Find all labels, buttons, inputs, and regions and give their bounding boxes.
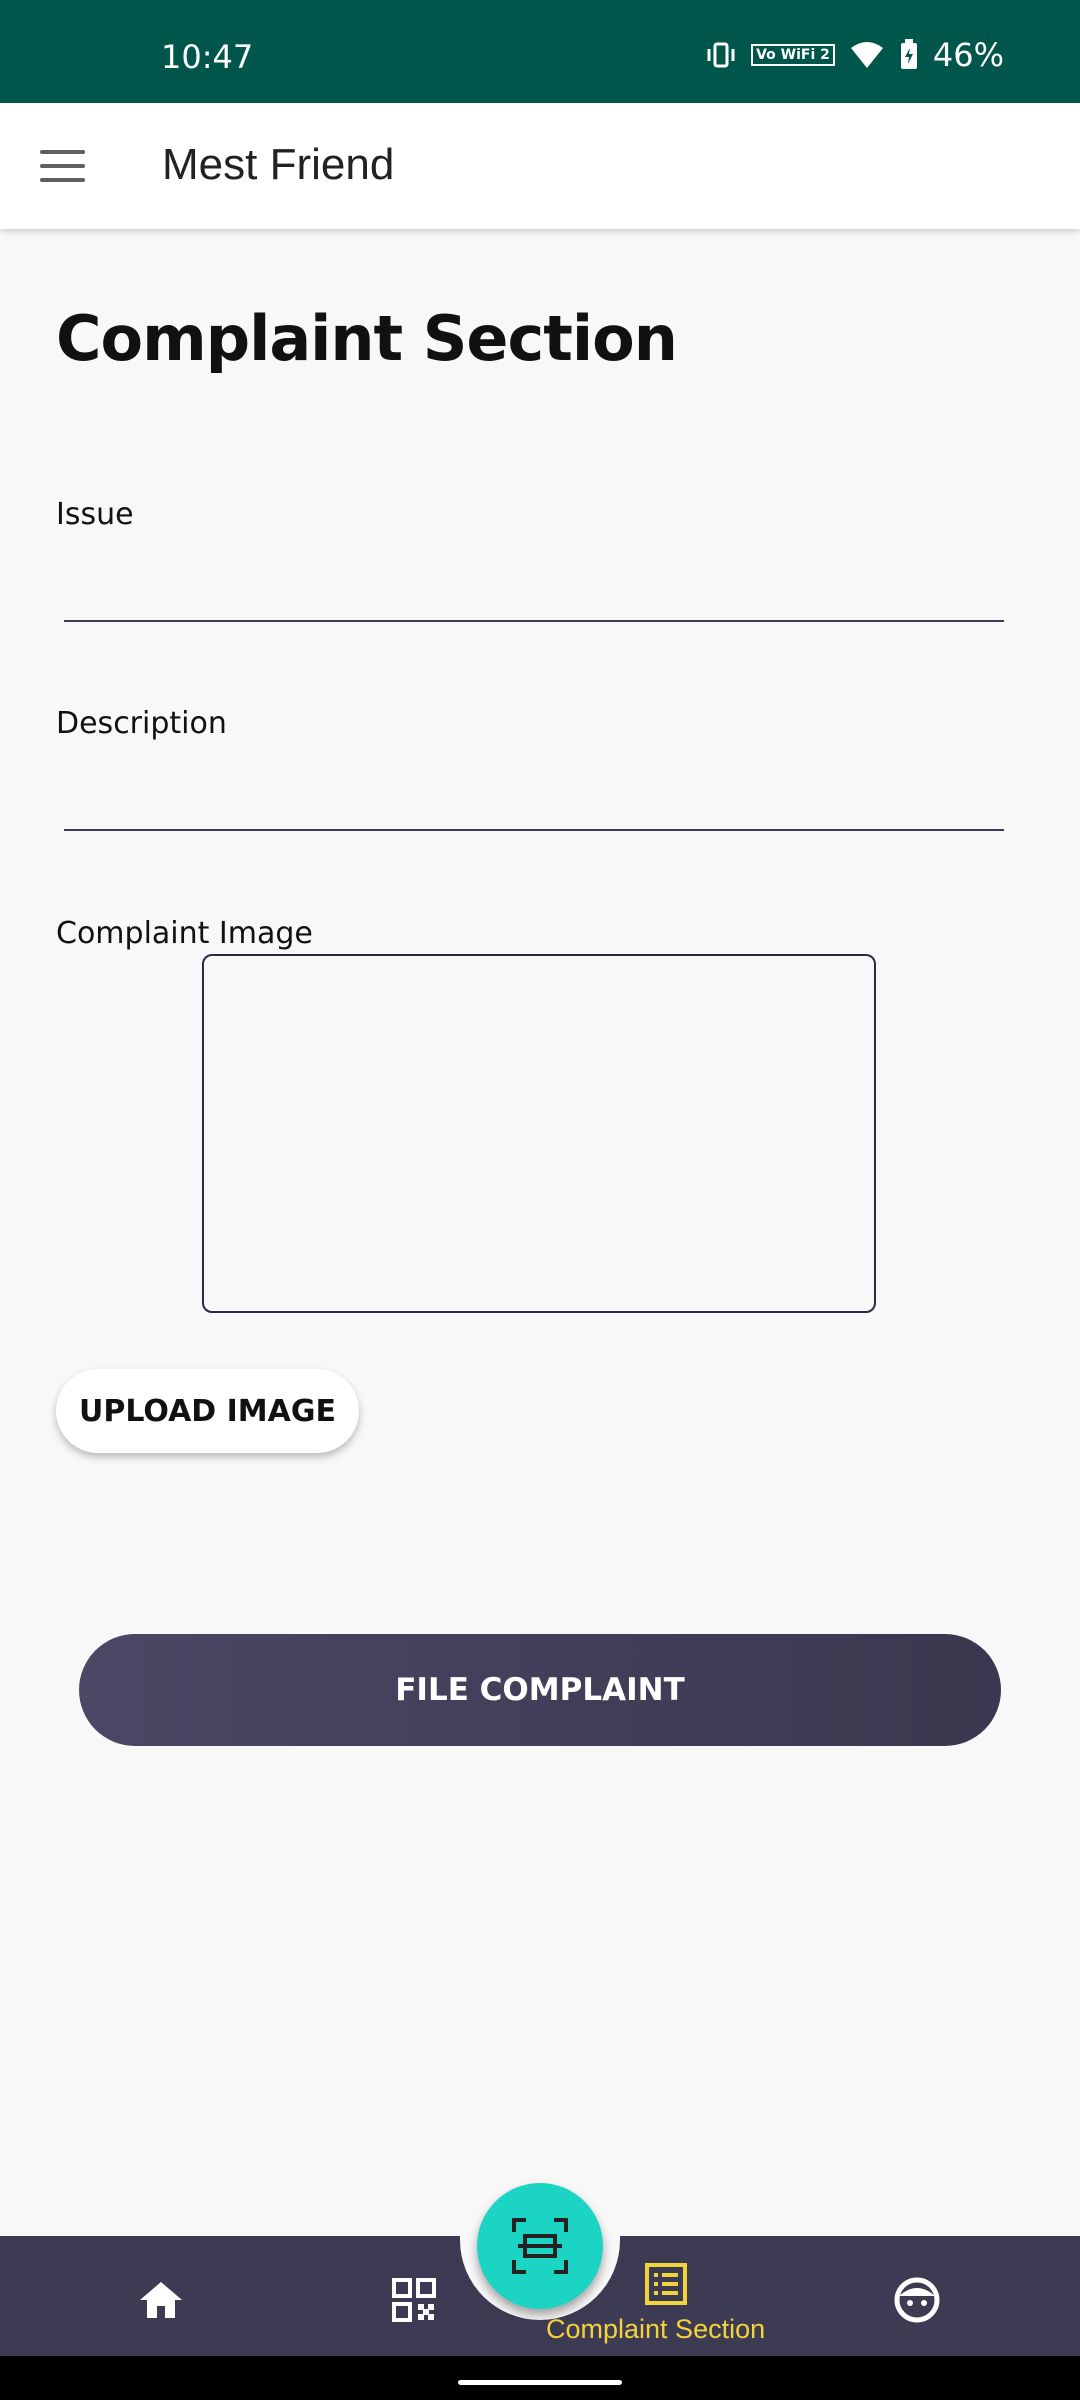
description-input[interactable]	[64, 771, 1004, 831]
menu-icon[interactable]	[40, 150, 85, 182]
qr-code-icon	[392, 2278, 436, 2322]
list-icon	[645, 2263, 687, 2305]
scan-icon	[512, 2218, 568, 2274]
page-title: Complaint Section	[56, 302, 678, 375]
battery-percent: 46%	[932, 36, 1004, 74]
file-complaint-button[interactable]: FILE COMPLAINT	[79, 1634, 1001, 1746]
issue-input[interactable]	[64, 562, 1004, 622]
gesture-bar	[0, 2356, 1080, 2400]
nav-complaint-section-label: Complaint Section	[546, 2314, 766, 2344]
status-bar: 10:47 Vo WiFi 2 46%	[0, 0, 1080, 103]
scan-fab-button[interactable]	[477, 2183, 603, 2309]
nav-profile[interactable]	[887, 2270, 947, 2330]
app-bar: Mest Friend	[0, 103, 1080, 229]
complaint-image-label: Complaint Image	[56, 916, 313, 951]
nav-complaint-section[interactable]	[636, 2254, 696, 2314]
nav-home[interactable]	[131, 2270, 191, 2330]
status-icons: Vo WiFi 2 46%	[705, 36, 1004, 74]
complaint-image-preview	[202, 954, 876, 1313]
wifi-icon	[850, 42, 883, 68]
wifi-calling-icon: Vo WiFi 2	[751, 44, 835, 66]
issue-label: Issue	[56, 497, 134, 532]
status-time: 10:47	[161, 38, 254, 76]
battery-icon	[900, 39, 917, 69]
home-gesture-handle[interactable]	[458, 2380, 622, 2385]
nav-qr-code[interactable]	[384, 2270, 444, 2330]
upload-image-button[interactable]: UPLOAD IMAGE	[56, 1369, 359, 1453]
app-title: Mest Friend	[162, 140, 395, 189]
vibrate-icon	[707, 42, 735, 68]
description-label: Description	[56, 706, 227, 741]
face-icon	[894, 2277, 940, 2323]
home-icon	[140, 2282, 182, 2318]
